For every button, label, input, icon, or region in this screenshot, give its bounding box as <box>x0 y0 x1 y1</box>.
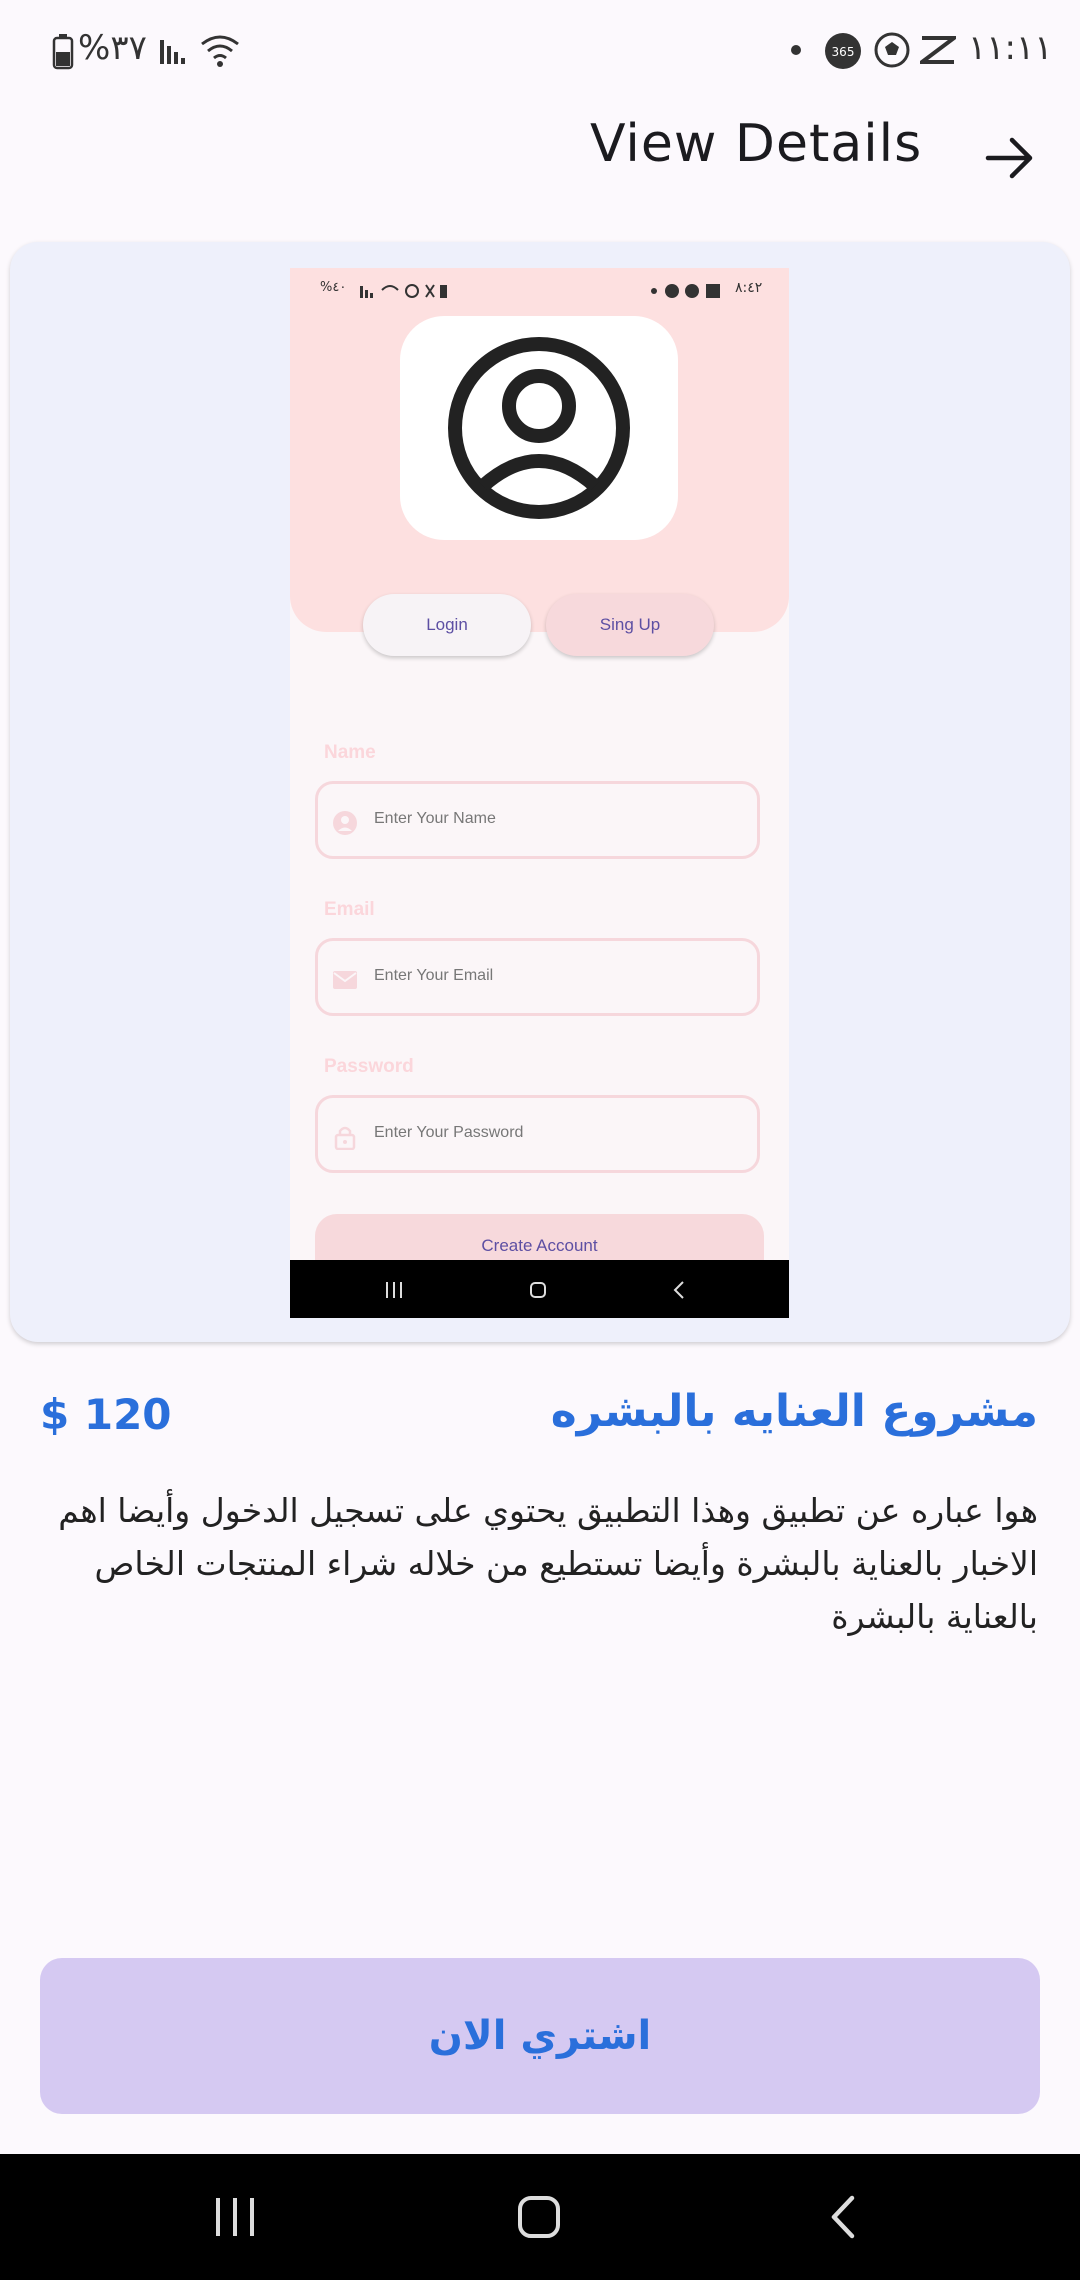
score-app-icon: 365 <box>825 33 861 69</box>
product-description: هوا عباره عن تطبيق وهذا التطبيق يحتوي عل… <box>58 1491 1038 1636</box>
password-placeholder: Enter Your Password <box>374 1124 524 1141</box>
buy-now-button[interactable]: اشتري الان <box>40 1958 1040 2114</box>
app-screenshot-preview: %٤٠ ٨:٤٢ Login Sing Up Name Enter Your N… <box>290 268 789 1318</box>
person-icon <box>333 811 357 835</box>
clock: ١١:١١ <box>968 28 1053 68</box>
mail-icon <box>333 971 357 989</box>
svg-text:365: 365 <box>832 45 855 59</box>
system-nav-bar <box>0 2154 1080 2280</box>
avatar-box <box>400 316 678 540</box>
arrow-right-icon[interactable] <box>980 128 1040 188</box>
dot-icon <box>791 45 801 55</box>
email-placeholder: Enter Your Email <box>374 967 494 984</box>
tab-login: Login <box>363 594 531 656</box>
mini-clock: ٨:٤٢ <box>735 280 763 296</box>
home-icon[interactable] <box>516 2194 562 2240</box>
preview-nav-bar <box>290 1260 789 1318</box>
mini-battery-text: %٤٠ <box>320 280 347 295</box>
email-label: Email <box>324 899 375 920</box>
recents-icon <box>386 1282 402 1298</box>
user-circle-icon <box>448 337 630 519</box>
status-bar: %٣٧ 365 ١١:١١ <box>0 0 1080 100</box>
name-placeholder: Enter Your Name <box>374 810 496 827</box>
email-field: Enter Your Email <box>315 938 760 1016</box>
product-price: $ 120 <box>40 1390 172 1439</box>
battery-icon <box>52 34 74 70</box>
wifi-icon <box>201 35 239 67</box>
product-title: مشروع العنايه بالبشره <box>550 1386 1038 1437</box>
name-field: Enter Your Name <box>315 781 760 859</box>
tab-signup: Sing Up <box>546 594 714 656</box>
mini-status-icons-left <box>360 284 447 298</box>
home-icon <box>530 1282 546 1298</box>
football-icon <box>874 32 910 68</box>
battery-percent: %٣٧ <box>78 28 147 68</box>
recents-icon[interactable] <box>212 2196 258 2238</box>
page-title: View Details <box>590 114 923 174</box>
capcut-icon <box>920 36 956 64</box>
back-icon[interactable] <box>826 2194 858 2240</box>
lock-icon <box>334 1126 356 1150</box>
signal-icon <box>160 40 185 64</box>
mini-status-icons-right <box>651 284 720 298</box>
back-icon <box>673 1281 684 1299</box>
password-field: Enter Your Password <box>315 1095 760 1173</box>
password-label: Password <box>324 1056 414 1077</box>
name-label: Name <box>324 742 376 763</box>
